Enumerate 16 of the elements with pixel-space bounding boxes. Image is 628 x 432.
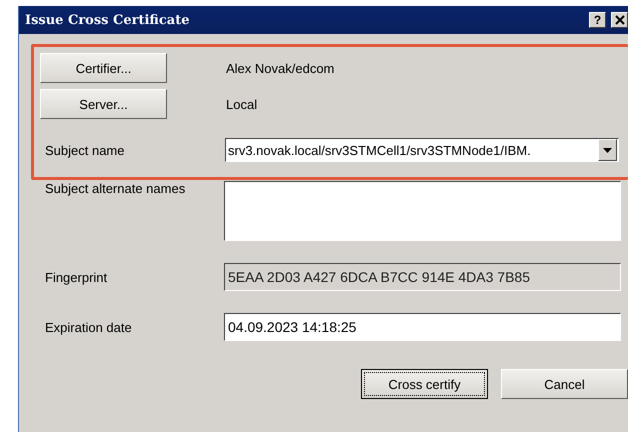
server-button[interactable]: Server... [40,89,167,119]
cancel-button[interactable]: Cancel [501,369,628,399]
window-title: Issue Cross Certificate [25,12,190,28]
field-label: Fingerprint [44,270,108,284]
subject-alternate-names-field[interactable] [224,181,621,241]
help-button[interactable]: ? [589,12,606,28]
close-button[interactable] [611,12,628,28]
field-label: Subject alternate names [44,181,186,196]
subject-name-dropdown[interactable]: srv3.novak.local/srv3STMCell1/srv3STMNode1/IBM. [225,138,619,162]
server-value: Local [226,96,258,112]
field-label: Expiration date [44,320,133,334]
certifier-value: Alex Novak/edcom [226,60,334,76]
certifier-button[interactable]: Certifier... [40,53,167,83]
cross-certify-button[interactable]: Cross certify [361,369,488,399]
field-label: Subject name [44,142,126,158]
expiration-date-field[interactable]: 04.09.2023 14:18:25 [224,313,621,341]
